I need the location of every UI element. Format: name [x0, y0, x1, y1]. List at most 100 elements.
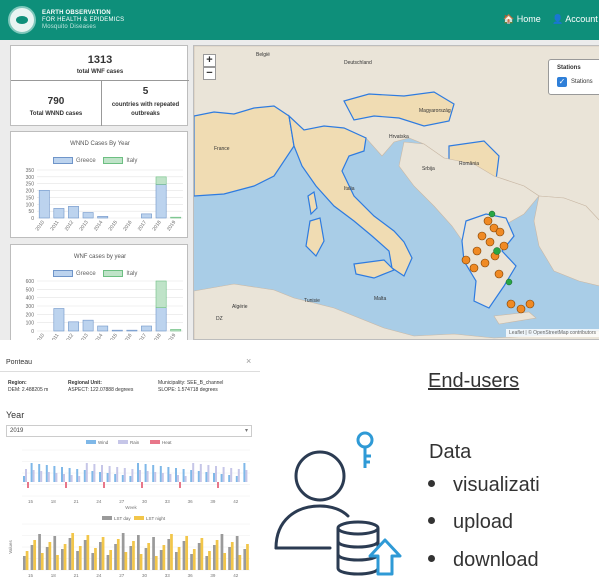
map-view[interactable]: + − België Deutschland France Italia Mag…: [193, 45, 599, 340]
bar: [155, 184, 167, 219]
map-label-algerie: Algérie: [232, 304, 248, 310]
logo-icon[interactable]: [8, 6, 36, 34]
legend-swatch: [86, 440, 96, 444]
bar: [61, 549, 64, 570]
stations-layer-control[interactable]: Stations ✓ Stations: [548, 59, 599, 95]
x-tick-label: 2016: [122, 220, 133, 233]
bar: [182, 469, 185, 482]
bar: [99, 542, 102, 570]
map-label-malta: Malta: [374, 296, 387, 302]
endusers-heading: End-users: [428, 370, 520, 392]
bar: [220, 474, 223, 482]
repeated-outbreaks-value: 5: [142, 86, 149, 97]
stations-checkbox[interactable]: ✓: [557, 77, 567, 87]
y-tick-label: 0: [31, 216, 34, 222]
bar: [161, 473, 164, 482]
brand-subtitle: FOR HEALTH & EPIDEMICS: [42, 17, 125, 23]
bar: [82, 319, 94, 332]
nav-account-menu[interactable]: 👤 Account ▾: [552, 14, 599, 25]
bar: [246, 544, 249, 570]
map-label-belgie: België: [256, 52, 270, 58]
year-select[interactable]: 2019 ▾: [6, 425, 252, 437]
y-tick-label: 350: [26, 168, 35, 174]
bar: [85, 463, 88, 482]
y-tick-label: 50: [28, 209, 34, 215]
x-tick-label: 2014: [93, 220, 104, 233]
map-label-hrvatska: Hrvatska: [389, 134, 409, 140]
bar: [70, 475, 73, 482]
wnnd-bar-chart: 050100150200250300350 2010 2011 2012 2013 201…: [26, 168, 183, 233]
y-tick-label: 200: [26, 312, 35, 318]
bullet-text: upload: [453, 511, 514, 533]
x-tick-label: 30: [142, 499, 148, 504]
bar: [30, 545, 34, 570]
bar: [106, 473, 109, 482]
bar: [38, 464, 41, 482]
y-tick-label: 250: [26, 182, 35, 188]
map-attribution[interactable]: Leaflet | © OpenStreetMap contributors: [506, 329, 599, 337]
detail-title: Ponteau: [6, 359, 33, 366]
x-tick-label: 2018: [151, 220, 162, 233]
bar: [235, 476, 238, 482]
bar: [222, 467, 225, 482]
bar: [40, 553, 44, 570]
bar: [38, 534, 41, 570]
bullet-item: download: [428, 549, 539, 572]
legend-swatch: [118, 440, 128, 444]
bar: [159, 466, 162, 482]
bar: [141, 213, 152, 219]
x-tick-label: 2016: [122, 333, 133, 340]
total-wnnd-value: 790: [47, 96, 65, 107]
bar: [78, 476, 81, 482]
bar: [177, 547, 181, 570]
close-icon[interactable]: ×: [246, 356, 251, 366]
x-tick-label: 2010: [35, 220, 46, 233]
bar: [101, 537, 105, 570]
bar: [144, 464, 147, 482]
zoom-out-button[interactable]: −: [203, 67, 216, 80]
map-canvas[interactable]: [194, 46, 599, 340]
bar: [32, 470, 35, 482]
year-label: Year: [6, 410, 25, 420]
nav-home-link[interactable]: 🏠 Home: [503, 14, 541, 25]
land-sicily: [353, 259, 396, 279]
bar: [154, 472, 157, 482]
bar: [78, 546, 82, 570]
x-tick-label: 36: [188, 499, 194, 504]
x-tick-label: 15: [28, 573, 34, 578]
bar: [146, 471, 149, 482]
bar: [91, 471, 94, 482]
bar: [139, 470, 141, 482]
bullet-icon: [428, 480, 435, 488]
x-tick-label: 18: [51, 499, 57, 504]
bar: [152, 465, 155, 482]
stations-checkbox-label: Stations: [571, 79, 593, 85]
bar: [82, 212, 94, 219]
zoom-in-button[interactable]: +: [203, 54, 216, 67]
bar: [205, 472, 208, 482]
bar: [144, 548, 148, 570]
bar: [126, 329, 138, 332]
y-tick-label: 400: [26, 296, 35, 302]
bar: [23, 556, 26, 570]
bullet-item: visualizati: [428, 474, 540, 497]
legend-label: Rain: [130, 440, 140, 445]
bar: [170, 216, 182, 219]
bar: [97, 325, 109, 332]
y-tick-label: 100: [26, 202, 35, 208]
x-tick-label: 2014: [93, 333, 104, 340]
bar: [132, 541, 135, 570]
bar: [53, 208, 65, 219]
region-label: Region:: [8, 380, 27, 386]
legend-swatch: [134, 516, 144, 520]
bar: [205, 556, 209, 570]
x-tick-label: 2010: [35, 333, 46, 340]
bar: [152, 537, 155, 570]
map-label-dz: DZ: [216, 316, 223, 322]
wnf-chart-panel: WNF cases by year Greece Italy 0 100 200 30…: [10, 244, 188, 340]
bar: [170, 329, 182, 332]
land-crete: [493, 311, 537, 325]
bar: [230, 542, 234, 570]
map-label-magyarorszag: Magyarország: [419, 108, 451, 114]
x-tick-label: 42: [233, 573, 239, 578]
